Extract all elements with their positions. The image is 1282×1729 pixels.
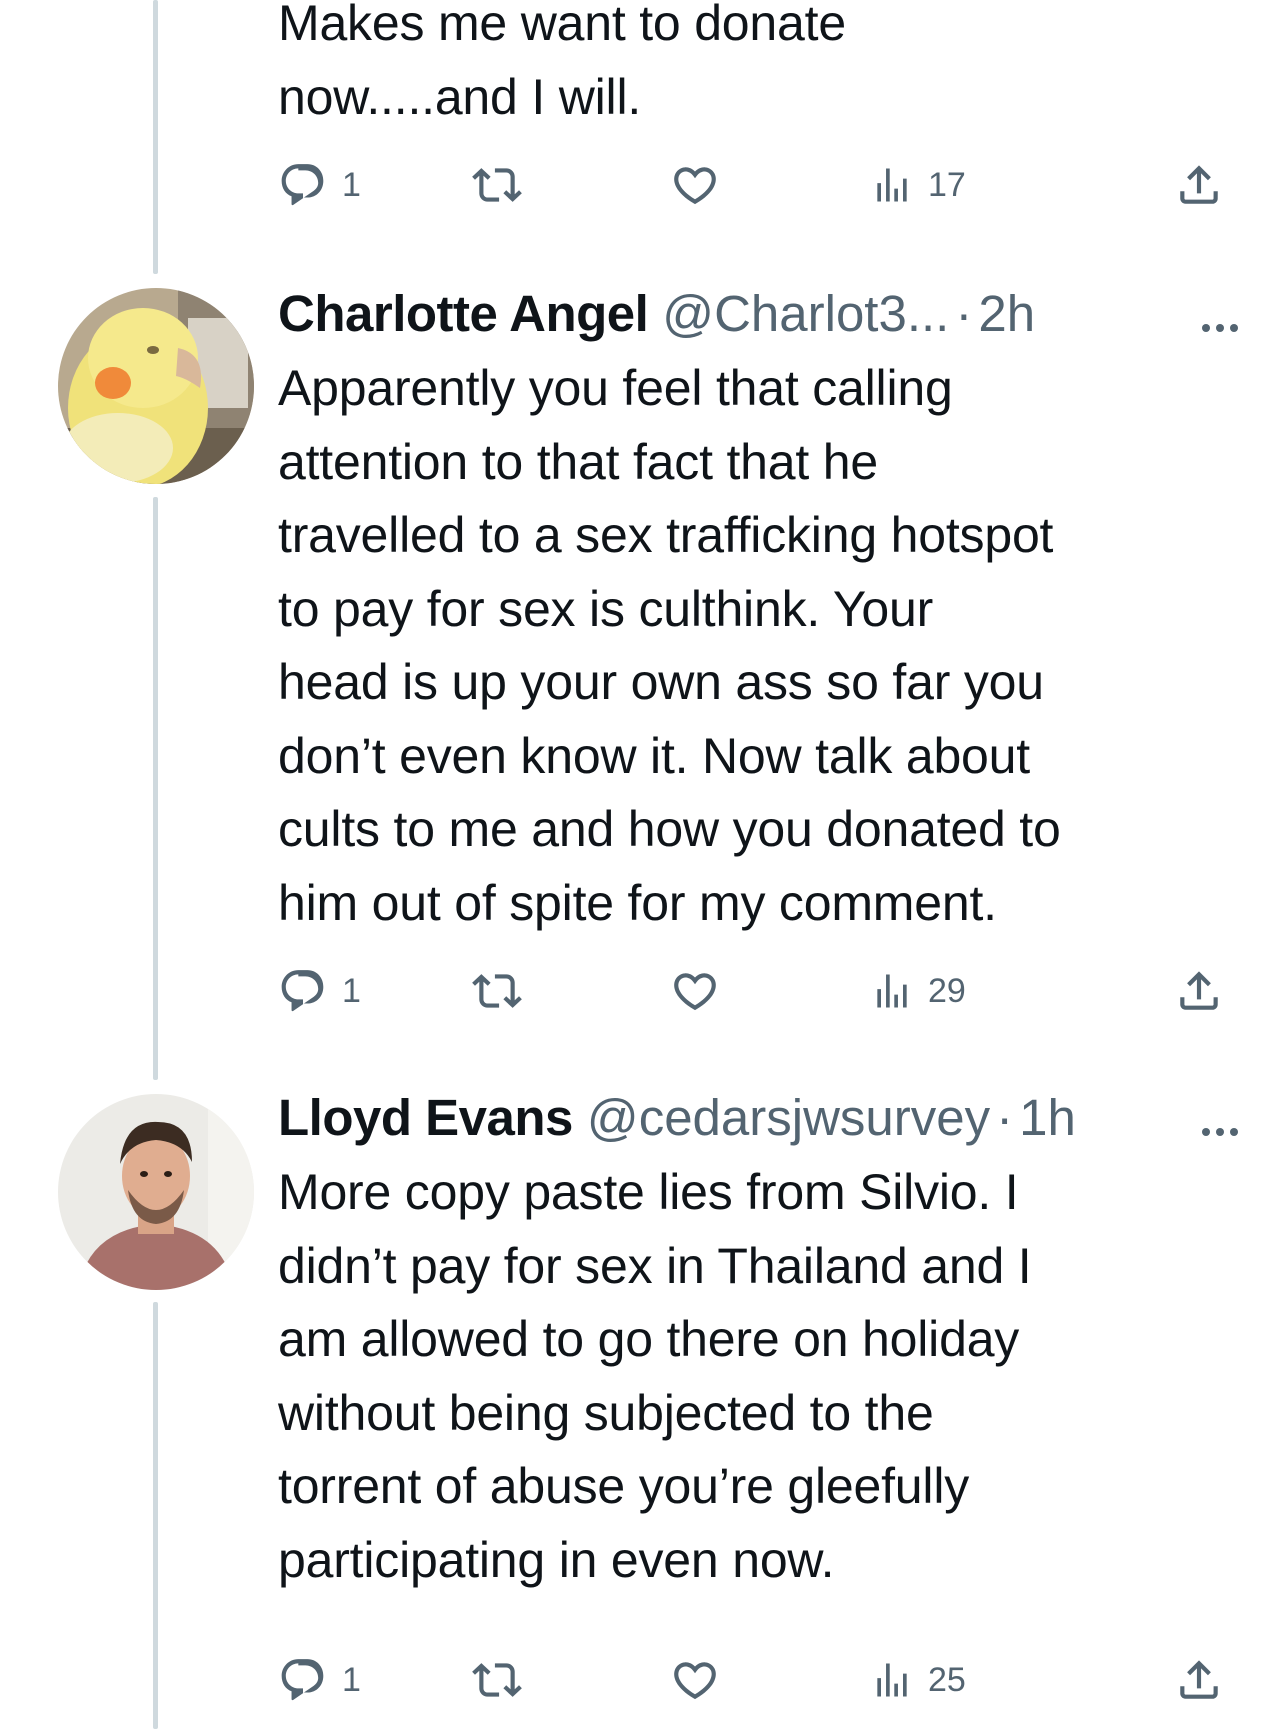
- reply-button[interactable]: 1: [278, 963, 361, 1019]
- views-count: 17: [928, 165, 966, 204]
- timestamp[interactable]: 2h: [978, 284, 1035, 343]
- tweet-actions: 1 25: [278, 1652, 1238, 1708]
- heart-icon: [670, 1655, 720, 1705]
- username-handle[interactable]: @cedarsjwsurvey: [587, 1088, 990, 1147]
- views-count: 25: [928, 1660, 966, 1699]
- reply-icon: [278, 1655, 328, 1705]
- display-name[interactable]: Charlotte Angel: [278, 284, 649, 343]
- share-icon: [1174, 966, 1224, 1016]
- more-icon[interactable]: [1198, 1101, 1242, 1136]
- retweet-button[interactable]: [470, 963, 524, 1019]
- share-icon: [1174, 160, 1224, 210]
- views-button[interactable]: 25: [870, 1652, 966, 1708]
- views-button[interactable]: 17: [870, 157, 966, 213]
- share-button[interactable]: [1174, 157, 1224, 213]
- share-button[interactable]: [1174, 963, 1224, 1019]
- like-button[interactable]: [670, 157, 720, 213]
- separator-dot: ·: [955, 284, 973, 342]
- reply-icon: [278, 966, 328, 1016]
- like-button[interactable]: [670, 1652, 720, 1708]
- tweet-text: More copy paste lies from Silvio. I didn…: [278, 1164, 1032, 1588]
- views-icon: [870, 1655, 914, 1705]
- tweet[interactable]: Makes me want to donate now.....and I wi…: [0, 0, 1282, 250]
- tweet-header: Charlotte Angel @Charlot3... · 2h: [278, 283, 1242, 343]
- reply-button[interactable]: 1: [278, 157, 361, 213]
- like-button[interactable]: [670, 963, 720, 1019]
- retweet-icon: [470, 966, 524, 1016]
- tweet[interactable]: Lloyd Evans @cedarsjwsurvey · 1h More co…: [0, 1086, 1282, 1729]
- reply-count: 1: [342, 165, 361, 204]
- reply-count: 1: [342, 971, 361, 1010]
- views-count: 29: [928, 971, 966, 1010]
- timestamp[interactable]: 1h: [1019, 1088, 1076, 1147]
- display-name[interactable]: Lloyd Evans: [278, 1088, 573, 1147]
- retweet-icon: [470, 1655, 524, 1705]
- tweet-actions: 1 17: [278, 157, 1238, 213]
- username-handle[interactable]: @Charlot3...: [662, 284, 949, 343]
- retweet-button[interactable]: [470, 1652, 524, 1708]
- retweet-icon: [470, 160, 524, 210]
- heart-icon: [670, 966, 720, 1016]
- share-button[interactable]: [1174, 1652, 1224, 1708]
- heart-icon: [670, 160, 720, 210]
- tweet-header: Lloyd Evans @cedarsjwsurvey · 1h: [278, 1087, 1242, 1147]
- avatar[interactable]: [58, 288, 254, 484]
- reply-count: 1: [342, 1660, 361, 1699]
- avatar[interactable]: [58, 1094, 254, 1290]
- tweet-text: Makes me want to donate now.....and I wi…: [278, 0, 846, 125]
- reply-icon: [278, 160, 328, 210]
- tweet-actions: 1 29: [278, 963, 1238, 1019]
- more-icon[interactable]: [1198, 297, 1242, 332]
- views-icon: [870, 160, 914, 210]
- reply-button[interactable]: 1: [278, 1652, 361, 1708]
- views-button[interactable]: 29: [870, 963, 966, 1019]
- share-icon: [1174, 1655, 1224, 1705]
- retweet-button[interactable]: [470, 157, 524, 213]
- separator-dot: ·: [996, 1088, 1014, 1146]
- tweet-text: Apparently you feel that calling attenti…: [278, 360, 1061, 931]
- tweet[interactable]: Charlotte Angel @Charlot3... · 2h Appare…: [0, 280, 1282, 1040]
- views-icon: [870, 966, 914, 1016]
